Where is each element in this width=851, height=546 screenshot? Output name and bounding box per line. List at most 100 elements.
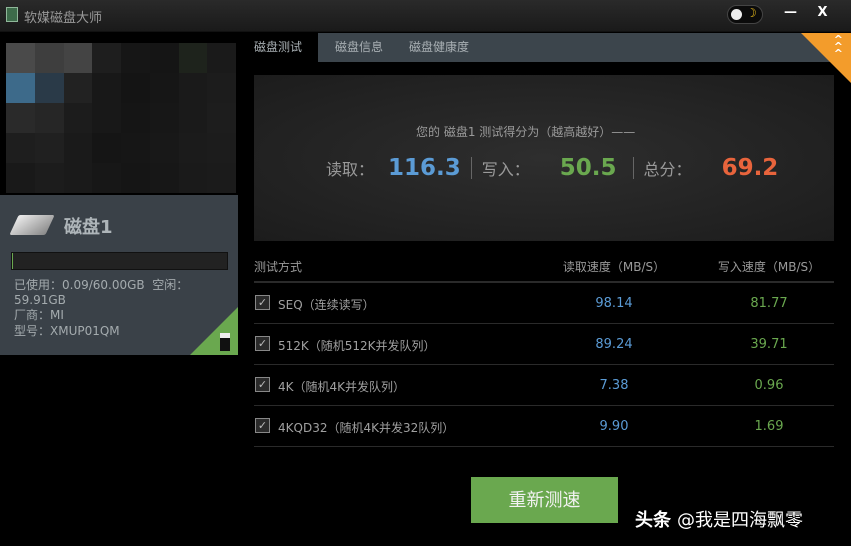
watermark-handle: @我是四海飘零 [677,510,803,531]
mosaic-tile [207,73,236,103]
score-panel: 您的 磁盘1 测试得分为（越高越好）—— 读取： 116.3 写入： 50.5 … [254,75,834,241]
usb-icon [220,333,230,351]
table-row: ✓ 4KQD32（随机4K并发32队列） 9.90 1.69 [254,406,834,447]
hard-disk-icon [9,215,55,235]
usb-badge [190,307,238,355]
mosaic-tile [207,43,236,73]
read-score: 116.3 [388,155,461,181]
mosaic-tile [92,163,121,193]
mosaic-tile [121,163,150,193]
mosaic-tile [63,163,93,193]
disk-name: 磁盘1 [64,217,113,238]
mosaic-tile [178,73,208,103]
mosaic-tile [92,133,121,163]
mosaic-tile [149,43,179,73]
mosaic-tile [34,43,64,73]
write-speed: 81.77 [750,296,788,311]
header-write: 写入速度（MB/S） [717,260,821,274]
mosaic-tile [34,73,64,103]
watermark: 头条 @我是四海飘零 [635,506,803,532]
mosaic-tile [149,103,179,133]
score-caption: 您的 磁盘1 测试得分为（越高越好）—— [416,125,636,139]
mosaic-tile [34,163,64,193]
theme-toggle[interactable]: ☽ [727,5,763,24]
mosaic-tile [207,133,236,163]
mosaic-tile [34,103,64,133]
mosaic-tile [121,133,150,163]
disk-model: 型号：XMUP01QM [14,324,120,338]
sidebar: 磁盘1 已使用：0.09/60.00GB 空闲：59.91GB 厂商：MI 型号… [0,33,238,546]
mosaic-tile [63,43,93,73]
blurred-image [6,43,236,193]
table-header: 测试方式 读取速度（MB/S） 写入速度（MB/S） [254,250,834,283]
mosaic-tile [63,73,93,103]
test-checkbox[interactable]: ✓ [255,295,270,310]
close-button[interactable]: X [806,0,839,28]
write-speed: 0.96 [754,378,784,393]
moon-icon: ☽ [746,6,757,20]
test-checkbox[interactable]: ✓ [255,418,270,433]
disk-usage-bar [11,252,228,270]
title-bar: 软媒磁盘大师 ☽ — X [0,0,851,32]
mosaic-tile [92,73,121,103]
test-name: 4KQD32（随机4K并发32队列） [278,421,455,435]
mosaic-tile [6,73,35,103]
mosaic-tile [6,133,35,163]
mosaic-tile [6,163,35,193]
write-score: 50.5 [559,155,617,181]
mosaic-tile [121,43,150,73]
header-method: 测试方式 [254,260,303,274]
mosaic-tile [207,163,236,193]
mosaic-tile [121,103,150,133]
test-name: 512K（随机512K并发队列） [278,339,436,353]
mosaic-tile [178,133,208,163]
write-label: 写入： [481,160,530,179]
tab-bar: 磁盘测试 磁盘信息 磁盘健康度 ^ ^ ^ [238,33,851,83]
test-checkbox[interactable]: ✓ [255,377,270,392]
table-row: ✓ SEQ（连续读写） 98.14 81.77 [254,283,834,324]
app-logo-icon [6,7,18,22]
app-title: 软媒磁盘大师 [24,11,103,26]
retest-button[interactable]: 重新测速 [471,477,618,523]
test-name: SEQ（连续读写） [278,298,375,312]
tab-disk-test[interactable]: 磁盘测试 [238,33,318,62]
toggle-knob [731,9,742,20]
mosaic-tile [6,43,35,73]
double-chevron-up-icon: ^ ^ ^ [833,33,843,60]
mosaic-tile [92,43,121,73]
mosaic-tile [178,163,208,193]
mosaic-tile [149,133,179,163]
disk-card[interactable]: 磁盘1 已使用：0.09/60.00GB 空闲：59.91GB 厂商：MI 型号… [0,195,238,355]
mosaic-tile [92,103,121,133]
mosaic-tile [121,73,150,103]
total-label: 总分： [643,160,692,179]
minimize-button[interactable]: — [774,0,807,28]
mosaic-tile [149,73,179,103]
read-speed: 7.38 [599,378,629,393]
read-speed: 98.14 [595,296,633,311]
watermark-brand: 头条 [635,510,671,531]
mosaic-tile [63,103,93,133]
tab-disk-info[interactable]: 磁盘信息 [319,33,399,62]
read-label: 读取： [326,160,375,179]
read-speed: 9.90 [599,419,629,434]
test-checkbox[interactable]: ✓ [255,336,270,351]
read-speed: 89.24 [595,337,633,352]
disk-usage-text: 已使用：0.09/60.00GB 空闲：59.91GB [14,276,238,307]
mosaic-tile [34,133,64,163]
divider [632,157,634,179]
mosaic-tile [207,103,236,133]
tab-disk-health[interactable]: 磁盘健康度 [393,33,485,62]
used-space: 已使用：0.09/60.00GB [14,278,145,292]
write-speed: 1.69 [754,419,784,434]
divider [470,157,472,179]
disk-vendor: 厂商：MI [14,308,64,322]
table-row: ✓ 512K（随机512K并发队列） 89.24 39.71 [254,324,834,365]
test-name: 4K（随机4K并发队列） [278,380,406,394]
total-score: 69.2 [721,155,779,181]
write-speed: 39.71 [750,337,788,352]
results-table: 测试方式 读取速度（MB/S） 写入速度（MB/S） ✓ SEQ（连续读写） 98.… [254,250,834,447]
score-values: 读取： 116.3 写入： 50.5 总分： 69.2 [326,155,788,181]
mosaic-tile [178,103,208,133]
table-row: ✓ 4K（随机4K并发队列） 7.38 0.96 [254,365,834,406]
